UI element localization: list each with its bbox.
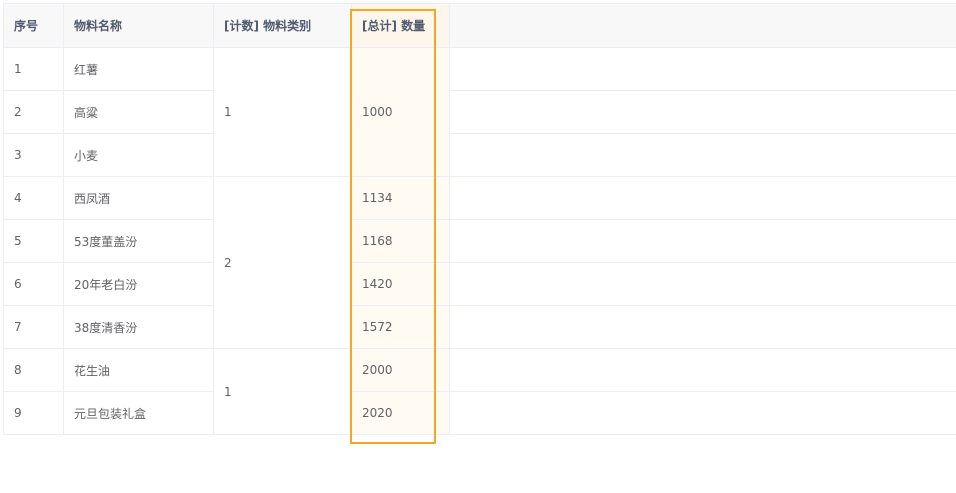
cell-material-name: 红薯 [63,47,214,91]
cell-quantity: 2000 [351,348,450,392]
cell-empty [449,262,956,306]
header-quantity-total[interactable]: [总计] 数量 [351,3,450,48]
header-category-count[interactable]: [计数] 物料类别 [213,3,352,48]
table-row[interactable]: 5 53度董盖汾 1168 [3,219,956,263]
table-row[interactable]: 7 38度清香汾 1572 [3,305,956,349]
cell-index: 4 [3,176,64,220]
cell-empty [449,176,956,220]
cell-quantity: 1420 [351,262,450,306]
table-row[interactable]: 8 花生油 1 2000 [3,348,956,435]
cell-material-name: 小麦 [63,133,214,177]
table-header: 序号 物料名称 [计数] 物料类别 [总计] 数量 [3,3,956,48]
cell-material-name: 38度清香汾 [63,305,214,349]
cell-material-name: 西凤酒 [63,176,214,220]
cell-quantity: 1572 [351,305,450,349]
cell-index: 7 [3,305,64,349]
header-empty [449,3,956,48]
cell-material-name: 花生油 [63,348,214,392]
table-row[interactable]: 3 小麦 [3,133,956,177]
table-row[interactable]: 1 红薯 1 1000 [3,47,956,177]
cell-index: 1 [3,47,64,91]
material-table: 序号 物料名称 [计数] 物料类别 [总计] 数量 1 红薯 1 1000 2 … [3,3,956,435]
cell-material-name: 高粱 [63,90,214,134]
cell-quantity: 1000 [351,47,450,177]
cell-category-group: 1 [213,348,352,435]
cell-empty [449,219,956,263]
cell-index: 5 [3,219,64,263]
cell-empty [449,90,956,134]
cell-material-name: 20年老白汾 [63,262,214,306]
cell-index: 9 [3,391,64,435]
table-row[interactable]: 2 高粱 [3,90,956,134]
cell-material-name: 53度董盖汾 [63,219,214,263]
cell-empty [449,348,956,392]
data-table-container: 序号 物料名称 [计数] 物料类别 [总计] 数量 1 红薯 1 1000 2 … [3,3,956,435]
cell-empty [449,47,956,91]
table-row[interactable]: 9 元旦包装礼盒 2020 [3,391,956,435]
cell-empty [449,305,956,349]
header-row: 序号 物料名称 [计数] 物料类别 [总计] 数量 [3,3,956,48]
header-index[interactable]: 序号 [3,3,64,48]
cell-category-group: 2 [213,176,352,349]
table-body: 1 红薯 1 1000 2 高粱 3 小麦 4 西凤酒 2 1134 5 53度… [3,47,956,435]
cell-empty [449,133,956,177]
cell-index: 3 [3,133,64,177]
cell-category-group: 1 [213,47,352,177]
cell-index: 8 [3,348,64,392]
cell-quantity: 2020 [351,391,450,435]
cell-quantity: 1168 [351,219,450,263]
cell-empty [449,391,956,435]
cell-index: 2 [3,90,64,134]
cell-index: 6 [3,262,64,306]
table-row[interactable]: 4 西凤酒 2 1134 [3,176,956,349]
header-material-name[interactable]: 物料名称 [63,3,214,48]
table-row[interactable]: 6 20年老白汾 1420 [3,262,956,306]
cell-material-name: 元旦包装礼盒 [63,391,214,435]
cell-quantity: 1134 [351,176,450,220]
